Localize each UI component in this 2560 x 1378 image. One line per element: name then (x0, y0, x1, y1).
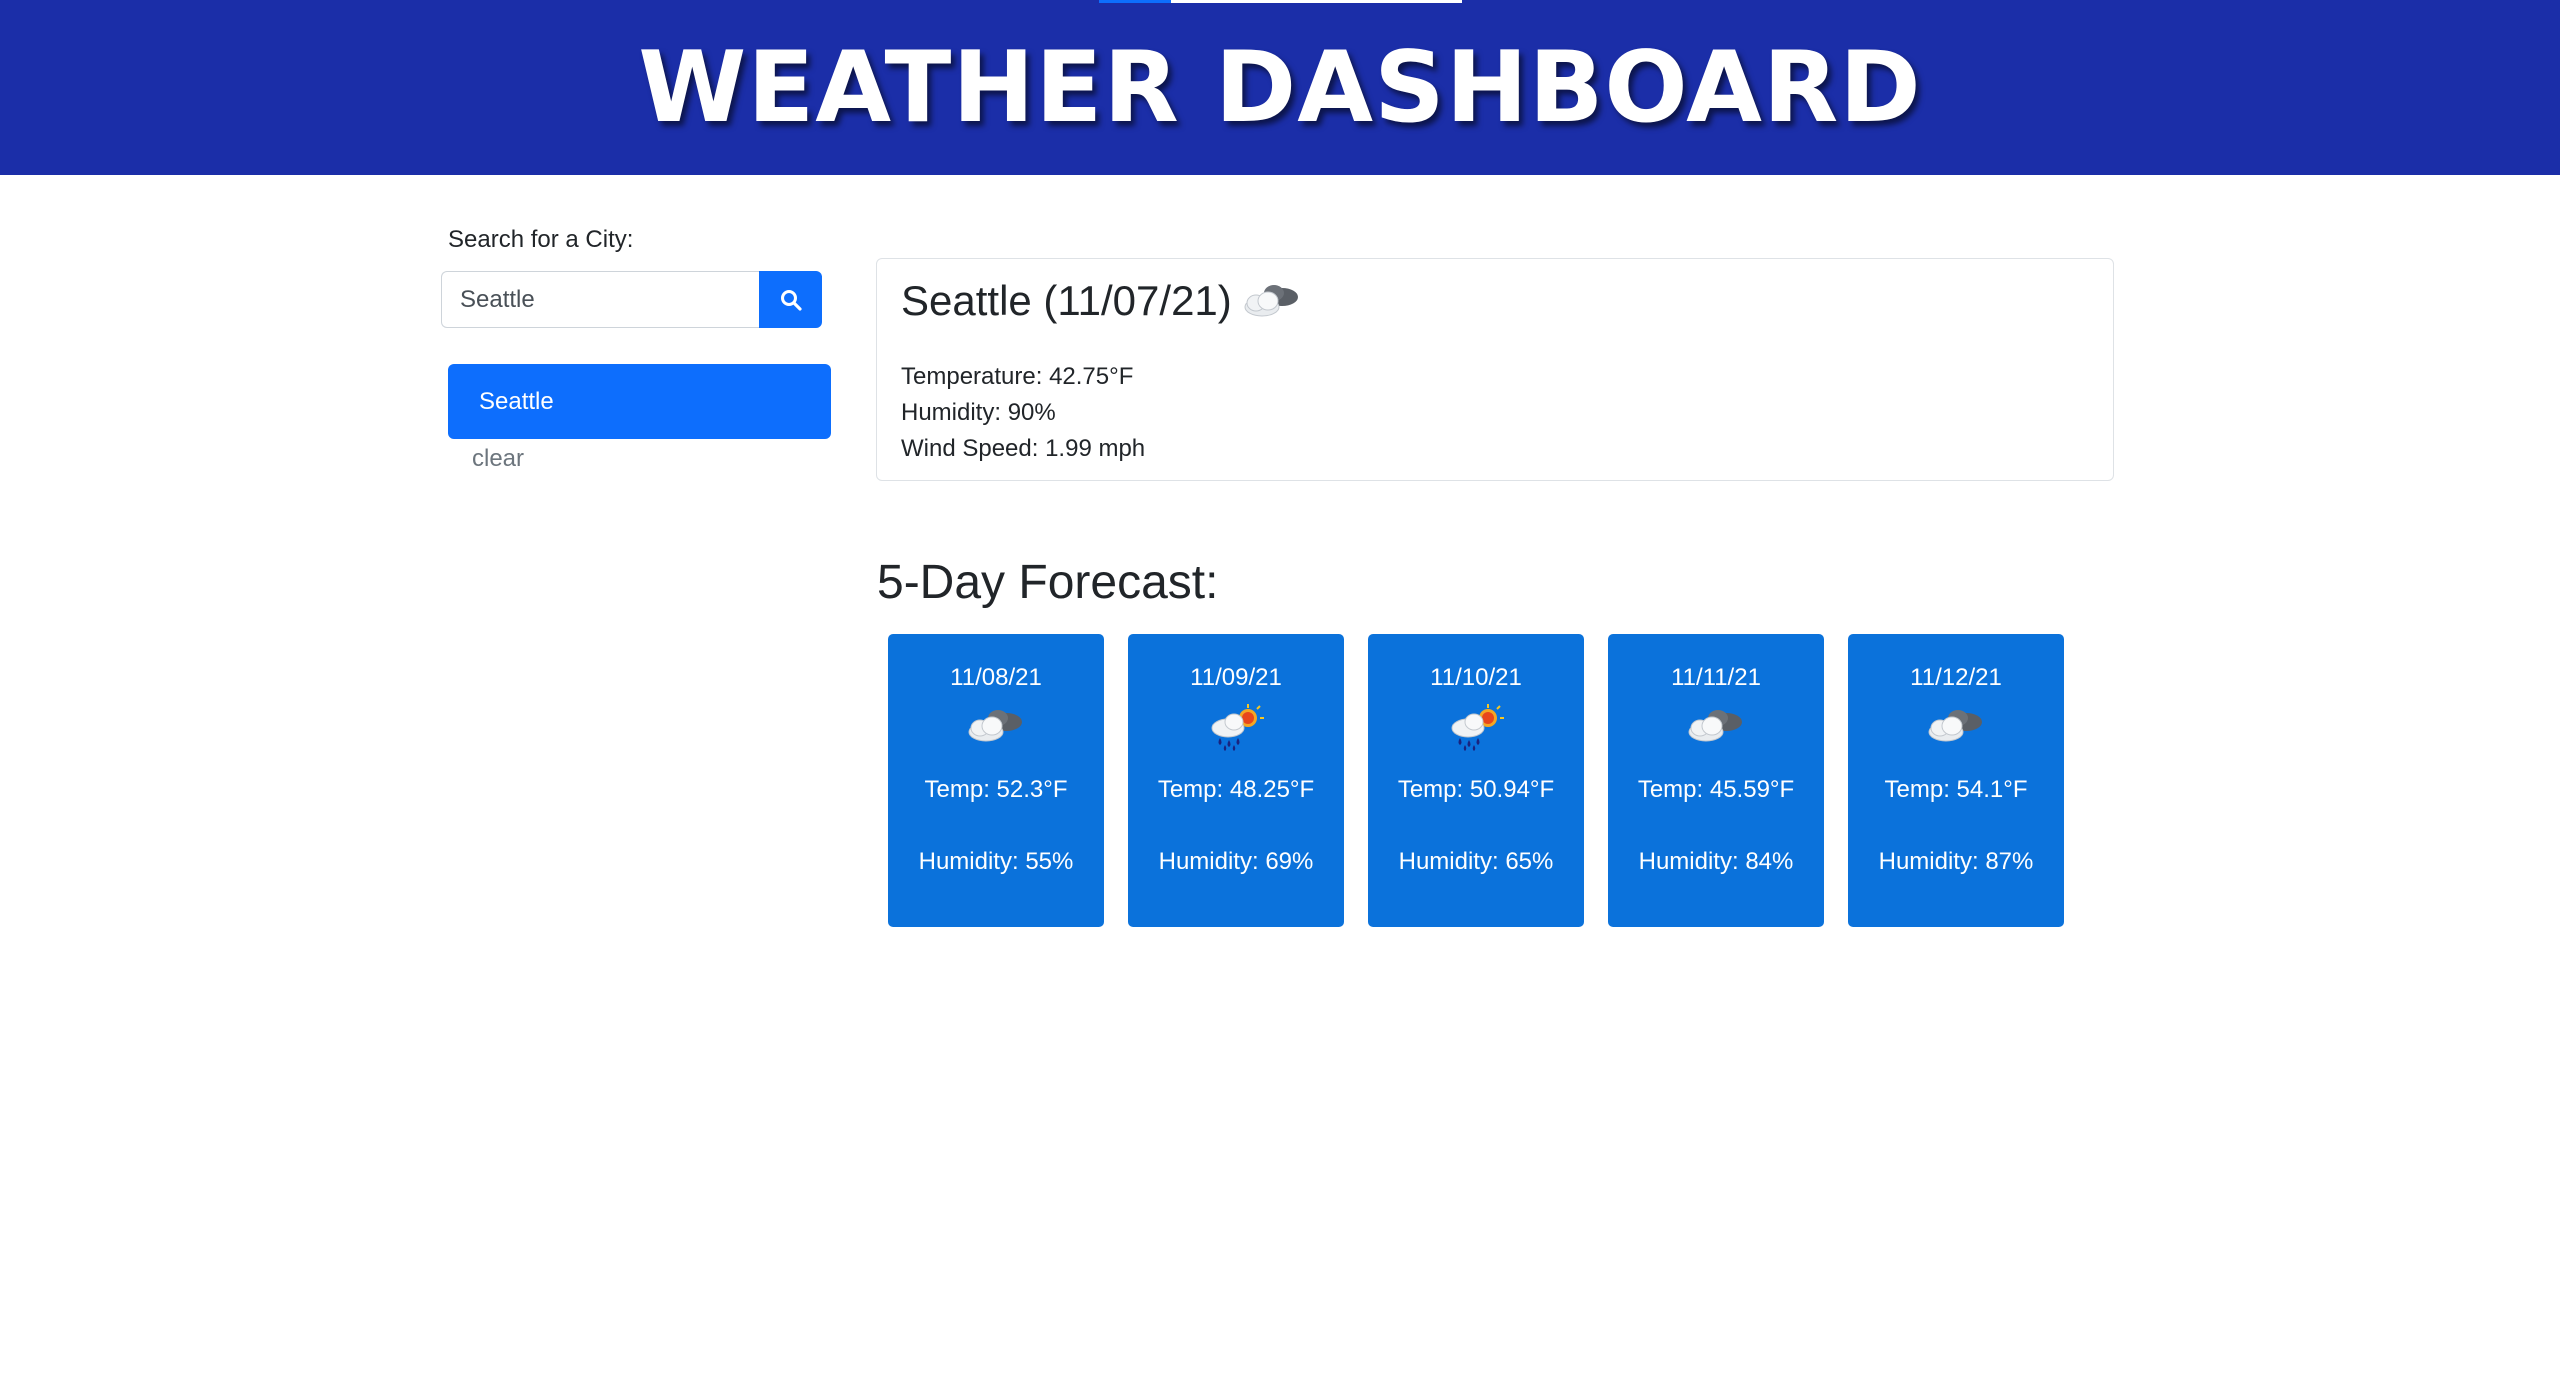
forecast-temp: Temp: 45.59°F (1637, 776, 1795, 803)
forecast-temp: Temp: 48.25°F (1157, 776, 1315, 803)
forecast-humidity: Humidity: 69% (1158, 848, 1314, 875)
forecast-card: 11/08/21 Temp: 52.3°F Humidity: 55% (888, 634, 1104, 927)
top-strip (1099, 0, 1462, 3)
search-button[interactable] (759, 271, 822, 328)
search-label: Search for a City: (448, 226, 634, 253)
search-group (441, 271, 822, 328)
forecast-date: 11/08/21 (950, 664, 1042, 691)
header-bar: WEATHER DASHBOARD (0, 0, 2560, 175)
forecast-date: 11/09/21 (1190, 664, 1282, 691)
forecast-date: 11/12/21 (1910, 664, 2002, 691)
current-wind-speed: Wind Speed: 1.99 mph (901, 435, 1146, 462)
broken-clouds-icon (1688, 710, 1742, 742)
forecast-humidity: Humidity: 65% (1398, 848, 1554, 875)
rain-sun-icon (1451, 704, 1504, 751)
forecast-icon-wrap (1608, 704, 1824, 748)
page-title: WEATHER DASHBOARD (638, 31, 1922, 145)
forecast-humidity: Humidity: 87% (1878, 848, 2034, 875)
strip-light (1171, 0, 1462, 3)
broken-clouds-icon (1244, 285, 1298, 317)
forecast-card: 11/10/21 Temp: 50.94°F Humidity: 65% (1368, 634, 1584, 927)
forecast-date: 11/10/21 (1430, 664, 1522, 691)
forecast-temp: Temp: 54.1°F (1884, 776, 2028, 803)
forecast-icon-wrap (1368, 704, 1584, 752)
current-humidity: Humidity: 90% (901, 399, 1056, 426)
strip-accent (1099, 0, 1171, 3)
forecast-date: 11/11/21 (1671, 664, 1761, 691)
broken-clouds-icon (1928, 710, 1982, 742)
search-icon (780, 289, 802, 311)
forecast-icon-wrap (1128, 704, 1344, 752)
current-weather-card: Seattle (11/07/21) Temperature: 42.75°F … (876, 258, 2114, 481)
current-city-date: Seattle (11/07/21) (901, 277, 1232, 324)
forecast-icon-wrap (888, 704, 1104, 748)
forecast-heading: 5-Day Forecast: (877, 556, 1219, 609)
forecast-humidity: Humidity: 84% (1638, 848, 1794, 875)
current-title-row: Seattle (11/07/21) (901, 269, 1304, 333)
broken-clouds-icon (968, 710, 1022, 742)
forecast-card: 11/11/21 Temp: 45.59°F Humidity: 84% (1608, 634, 1824, 927)
rain-sun-icon (1211, 704, 1264, 751)
forecast-temp: Temp: 52.3°F (924, 776, 1068, 803)
current-temperature: Temperature: 42.75°F (901, 363, 1134, 390)
forecast-humidity: Humidity: 55% (918, 848, 1074, 875)
clear-history-link[interactable]: clear (472, 445, 524, 473)
history-item-seattle[interactable]: Seattle (448, 364, 831, 439)
forecast-temp: Temp: 50.94°F (1397, 776, 1555, 803)
forecast-card: 11/09/21 Temp: 48.25°F Humidity: 69% (1128, 634, 1344, 927)
forecast-card: 11/12/21 Temp: 54.1°F Humidity: 87% (1848, 634, 2064, 927)
search-input[interactable] (441, 271, 759, 328)
forecast-icon-wrap (1848, 704, 2064, 748)
